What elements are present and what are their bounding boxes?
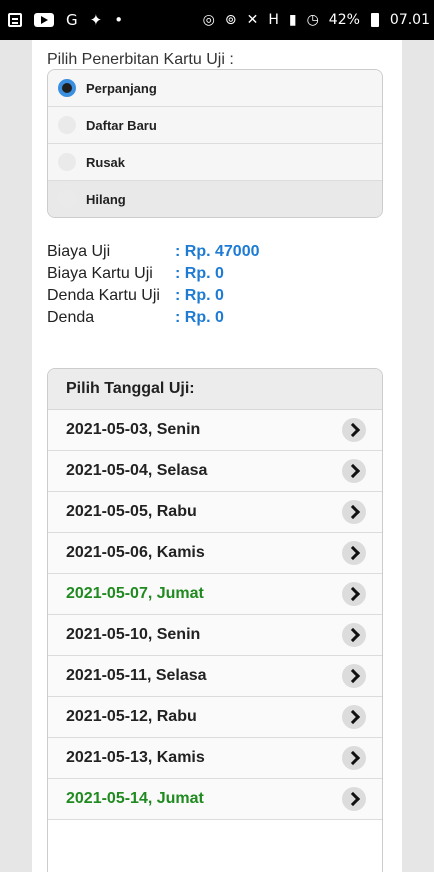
chevron-right-icon[interactable] [342, 541, 366, 565]
clock: 07.01 [389, 12, 430, 28]
chevron-right-icon[interactable] [342, 459, 366, 483]
battery-level: 42% [328, 12, 360, 28]
battery-icon [370, 13, 379, 27]
tanggal-uji-header: Pilih Tanggal Uji: [48, 369, 382, 410]
date-item[interactable]: 2021-05-10, Senin [48, 615, 382, 656]
data-saver-icon: ◎ [202, 12, 215, 28]
youtube-icon [34, 13, 54, 27]
radio-selected-icon[interactable] [58, 79, 76, 97]
date-label: 2021-05-10, Senin [66, 626, 201, 643]
chevron-right-icon[interactable] [342, 623, 366, 647]
date-label: 2021-05-03, Senin [66, 421, 201, 438]
chevron-right-icon[interactable] [342, 664, 366, 688]
radio-unselected-icon[interactable] [58, 190, 76, 208]
date-item[interactable]: 2021-05-03, Senin [48, 410, 382, 451]
radio-option-daftar-baru[interactable]: Daftar Baru [48, 107, 382, 144]
date-item[interactable]: 2021-05-04, Selasa [48, 451, 382, 492]
chevron-right-icon[interactable] [342, 705, 366, 729]
fee-row-biaya-uji: Biaya Uji : Rp. 47000 [47, 243, 387, 265]
date-item[interactable]: 2021-05-12, Rabu [48, 697, 382, 738]
date-item[interactable]: 2021-05-07, Jumat [48, 574, 382, 615]
dot-icon: • [114, 10, 124, 29]
fee-value: : Rp. 0 [175, 265, 224, 282]
date-label: 2021-05-12, Rabu [66, 708, 197, 725]
radio-option-label: Perpanjang [86, 80, 157, 96]
radio-unselected-icon[interactable] [58, 153, 76, 171]
chevron-right-icon[interactable] [342, 787, 366, 811]
date-label: 2021-05-11, Selasa [66, 667, 207, 684]
alarm-icon: ◷ [306, 12, 319, 28]
date-label: 2021-05-04, Selasa [66, 462, 208, 479]
radio-option-label: Rusak [86, 154, 126, 170]
date-item[interactable]: 2021-05-14, Jumat [48, 779, 382, 820]
fee-row-denda: Denda : Rp. 0 [47, 309, 387, 331]
date-label: 2021-05-06, Kamis [66, 544, 205, 561]
date-item[interactable]: 2021-05-05, Rabu [48, 492, 382, 533]
signal-icon: ▮ [288, 12, 297, 28]
fee-summary: Biaya Uji : Rp. 47000 Biaya Kartu Uji : … [47, 243, 387, 331]
radio-unselected-icon[interactable] [58, 116, 76, 134]
date-item[interactable]: 2021-05-13, Kamis [48, 738, 382, 779]
radio-option-perpanjang[interactable]: Perpanjang [48, 70, 382, 107]
google-icon: G [66, 10, 78, 29]
date-label: 2021-05-13, Kamis [66, 749, 205, 766]
fee-value: : Rp. 47000 [175, 243, 260, 260]
fee-row-biaya-kartu-uji: Biaya Kartu Uji : Rp. 0 [47, 265, 387, 287]
chevron-right-icon[interactable] [342, 582, 366, 606]
tanggal-uji-list: Pilih Tanggal Uji: 2021-05-03, Senin 202… [47, 368, 383, 872]
date-label: 2021-05-14, Jumat [66, 790, 204, 807]
radio-option-label: Daftar Baru [86, 117, 157, 133]
fee-label: Denda Kartu Uji [47, 287, 160, 304]
notes-icon [8, 13, 22, 27]
date-label: 2021-05-07, Jumat [66, 585, 204, 602]
fee-label: Denda [47, 309, 95, 326]
fee-label: Biaya Uji [47, 243, 111, 260]
date-item[interactable]: 2021-05-11, Selasa [48, 656, 382, 697]
chevron-right-icon[interactable] [342, 418, 366, 442]
twitter-icon: ✦ [89, 10, 103, 29]
fee-label: Biaya Kartu Uji [47, 265, 153, 282]
radio-option-hilang[interactable]: Hilang [48, 181, 382, 217]
network-h-plus-icon: H [268, 12, 279, 28]
fee-value: : Rp. 0 [175, 309, 224, 326]
page-content: Pilih Penerbitan Kartu Uji : Perpanjang … [32, 40, 402, 872]
date-item[interactable]: 2021-05-06, Kamis [48, 533, 382, 574]
date-label: 2021-05-05, Rabu [66, 503, 197, 520]
radio-option-rusak[interactable]: Rusak [48, 144, 382, 181]
chevron-right-icon[interactable] [342, 746, 366, 770]
status-bar: G ✦ • ◎ ⊚ ✕ H ▮ ◷ 42% 07.01 [0, 0, 434, 40]
chevron-right-icon[interactable] [342, 500, 366, 524]
penerbitan-label: Pilih Penerbitan Kartu Uji : [47, 51, 234, 68]
hotspot-icon: ⊚ [224, 12, 237, 28]
fee-row-denda-kartu-uji: Denda Kartu Uji : Rp. 0 [47, 287, 387, 309]
penerbitan-radio-group: Perpanjang Daftar Baru Rusak Hilang [47, 69, 383, 218]
radio-option-label: Hilang [86, 191, 126, 207]
fee-value: : Rp. 0 [175, 287, 224, 304]
mute-icon: ✕ [246, 12, 259, 28]
